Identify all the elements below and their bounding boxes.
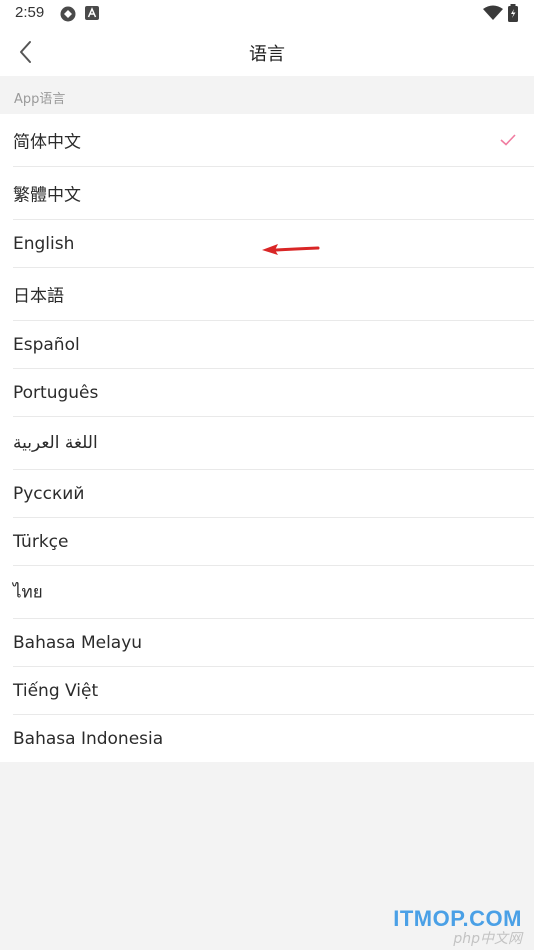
language-label: Tiếng Việt bbox=[13, 680, 99, 701]
language-label: اللغة العربية bbox=[13, 433, 98, 453]
sync-icon bbox=[60, 6, 76, 22]
language-label: 日本語 bbox=[13, 286, 64, 307]
language-label: Español bbox=[13, 334, 80, 355]
language-item-pt[interactable]: Português bbox=[13, 369, 534, 417]
status-bar: 2:59 bbox=[0, 0, 534, 28]
language-item-ru[interactable]: Русский bbox=[13, 470, 534, 518]
wifi-icon bbox=[483, 5, 503, 20]
language-item-zh-hans[interactable]: 简体中文 bbox=[13, 114, 534, 167]
language-item-tr[interactable]: Türkçe bbox=[13, 518, 534, 566]
section-header: App语言 bbox=[0, 76, 534, 114]
language-label: ไทย bbox=[13, 582, 43, 603]
language-label: Русский bbox=[13, 483, 85, 504]
language-item-zh-hant[interactable]: 繁體中文 bbox=[13, 167, 534, 220]
language-label: Bahasa Indonesia bbox=[13, 728, 164, 749]
language-label: Bahasa Melayu bbox=[13, 632, 143, 653]
check-icon bbox=[500, 134, 516, 146]
language-item-id[interactable]: Bahasa Indonesia bbox=[13, 715, 534, 762]
app-a-icon bbox=[85, 6, 99, 20]
language-label: Português bbox=[13, 382, 99, 403]
language-item-ar[interactable]: اللغة العربية bbox=[13, 417, 534, 470]
language-list: 简体中文 繁體中文 English 日本語 Español Português … bbox=[0, 114, 534, 762]
language-item-ja[interactable]: 日本語 bbox=[13, 268, 534, 321]
page-title: 语言 bbox=[249, 44, 285, 65]
battery-icon bbox=[508, 4, 518, 22]
app-bar: 语言 bbox=[0, 28, 534, 76]
language-label: English bbox=[13, 233, 75, 254]
language-label: 简体中文 bbox=[13, 132, 81, 153]
language-label: Türkçe bbox=[13, 531, 69, 552]
watermark: ITMOP.COM php中文网 bbox=[326, 906, 526, 947]
language-label: 繁體中文 bbox=[13, 185, 81, 206]
language-item-th[interactable]: ไทย bbox=[13, 566, 534, 619]
annotation-arrow-icon bbox=[262, 244, 320, 255]
section-label: App语言 bbox=[14, 92, 66, 107]
language-item-ms[interactable]: Bahasa Melayu bbox=[13, 619, 534, 667]
status-time: 2:59 bbox=[15, 4, 45, 21]
language-item-vi[interactable]: Tiếng Việt bbox=[13, 667, 534, 715]
watermark-sub: php中文网 bbox=[453, 931, 522, 947]
language-item-es[interactable]: Español bbox=[13, 321, 534, 369]
